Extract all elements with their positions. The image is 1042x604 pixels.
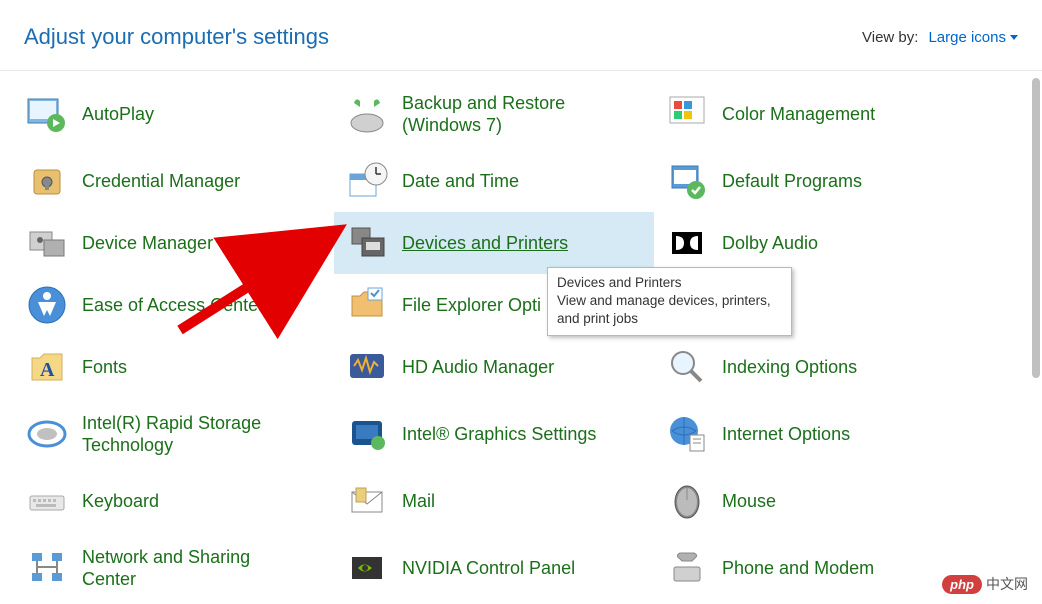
svg-text:A: A <box>40 359 55 381</box>
cp-item-phone[interactable]: Phone and Modem <box>654 532 974 604</box>
ease-access-icon <box>26 284 68 326</box>
cp-item-backup[interactable]: Backup and Restore (Windows 7) <box>334 78 654 150</box>
device-manager-icon <box>26 222 68 264</box>
indexing-options-icon <box>666 346 708 388</box>
cp-label: Intel® Graphics Settings <box>402 423 596 446</box>
backup-icon <box>346 93 388 135</box>
cp-label: Mail <box>402 490 435 513</box>
mouse-icon <box>666 480 708 522</box>
tooltip-body: View and manage devices, printers, and p… <box>557 293 771 326</box>
cp-item-datetime[interactable]: Date and Time <box>334 150 654 212</box>
view-by-value-text: Large icons <box>928 29 1006 46</box>
devices-printers-icon <box>346 222 388 264</box>
cp-item-credential[interactable]: Credential Manager <box>14 150 334 212</box>
cp-item-nvidia[interactable]: NVIDIA Control Panel <box>334 532 654 604</box>
cp-item-keyboard[interactable]: Keyboard <box>14 470 334 532</box>
control-panel-grid: AutoPlay Backup and Restore (Windows 7) … <box>14 78 1022 604</box>
cp-item-intel-graphics[interactable]: Intel® Graphics Settings <box>334 398 654 470</box>
cp-label: Mouse <box>722 490 776 513</box>
network-sharing-icon <box>26 547 68 589</box>
hd-audio-icon <box>346 346 388 388</box>
cp-label: Color Management <box>722 103 875 126</box>
cp-item-device-manager[interactable]: Device Manager <box>14 212 334 274</box>
cp-label: Phone and Modem <box>722 557 874 580</box>
default-programs-icon <box>666 160 708 202</box>
color-management-icon <box>666 93 708 135</box>
cp-item-devices-printers[interactable]: Devices and Printers <box>334 212 654 274</box>
cp-item-indexing[interactable]: Indexing Options <box>654 336 974 398</box>
scrollbar[interactable] <box>1032 78 1040 580</box>
date-time-icon <box>346 160 388 202</box>
cp-item-ease-access[interactable]: Ease of Access Center <box>14 274 334 336</box>
cp-label: Devices and Printers <box>402 232 568 255</box>
cp-label: Backup and Restore (Windows 7) <box>402 92 622 137</box>
cp-label: Intel(R) Rapid Storage Technology <box>82 412 302 457</box>
cp-label: Device Manager <box>82 232 213 255</box>
keyboard-icon <box>26 480 68 522</box>
cp-label: NVIDIA Control Panel <box>402 557 575 580</box>
tooltip: Devices and Printers View and manage dev… <box>547 267 792 336</box>
cp-item-mouse[interactable]: Mouse <box>654 470 974 532</box>
file-explorer-options-icon <box>346 284 388 326</box>
cp-label: AutoPlay <box>82 103 154 126</box>
page-title: Adjust your computer's settings <box>24 24 329 50</box>
cp-item-fonts[interactable]: A Fonts <box>14 336 334 398</box>
cp-label: Fonts <box>82 356 127 379</box>
watermark: php 中文网 <box>942 574 1028 594</box>
mail-icon <box>346 480 388 522</box>
cp-label: Internet Options <box>722 423 850 446</box>
watermark-text: 中文网 <box>986 574 1028 594</box>
cp-item-hd-audio[interactable]: HD Audio Manager <box>334 336 654 398</box>
phone-modem-icon <box>666 547 708 589</box>
cp-item-internet[interactable]: Internet Options <box>654 398 974 470</box>
view-by-value[interactable]: Large icons <box>928 29 1018 46</box>
intel-graphics-icon <box>346 413 388 455</box>
fonts-icon: A <box>26 346 68 388</box>
cp-label: Date and Time <box>402 170 519 193</box>
nvidia-icon <box>346 547 388 589</box>
php-badge: php <box>942 575 982 594</box>
cp-item-default-programs[interactable]: Default Programs <box>654 150 974 212</box>
cp-item-network[interactable]: Network and Sharing Center <box>14 532 334 604</box>
view-by-control[interactable]: View by: Large icons <box>862 29 1018 46</box>
view-by-label: View by: <box>862 29 918 46</box>
cp-label: Indexing Options <box>722 356 857 379</box>
cp-item-color[interactable]: Color Management <box>654 78 974 150</box>
cp-label: Default Programs <box>722 170 862 193</box>
internet-options-icon <box>666 413 708 455</box>
intel-rst-icon <box>26 413 68 455</box>
chevron-down-icon <box>1010 35 1018 40</box>
dolby-audio-icon <box>666 222 708 264</box>
scrollbar-thumb[interactable] <box>1032 78 1040 378</box>
cp-label: Keyboard <box>82 490 159 513</box>
autoplay-icon <box>26 93 68 135</box>
cp-item-dolby[interactable]: Dolby Audio <box>654 212 974 274</box>
cp-item-mail[interactable]: Mail <box>334 470 654 532</box>
cp-label: File Explorer Opti <box>402 294 541 317</box>
cp-label: HD Audio Manager <box>402 356 554 379</box>
cp-label: Dolby Audio <box>722 232 818 255</box>
cp-item-intel-rst[interactable]: Intel(R) Rapid Storage Technology <box>14 398 334 470</box>
cp-label: Ease of Access Center <box>82 294 264 317</box>
credential-manager-icon <box>26 160 68 202</box>
header: Adjust your computer's settings View by:… <box>0 0 1042 71</box>
cp-label: Credential Manager <box>82 170 240 193</box>
tooltip-title: Devices and Printers <box>557 274 782 292</box>
cp-label: Network and Sharing Center <box>82 546 302 591</box>
cp-item-autoplay[interactable]: AutoPlay <box>14 78 334 150</box>
